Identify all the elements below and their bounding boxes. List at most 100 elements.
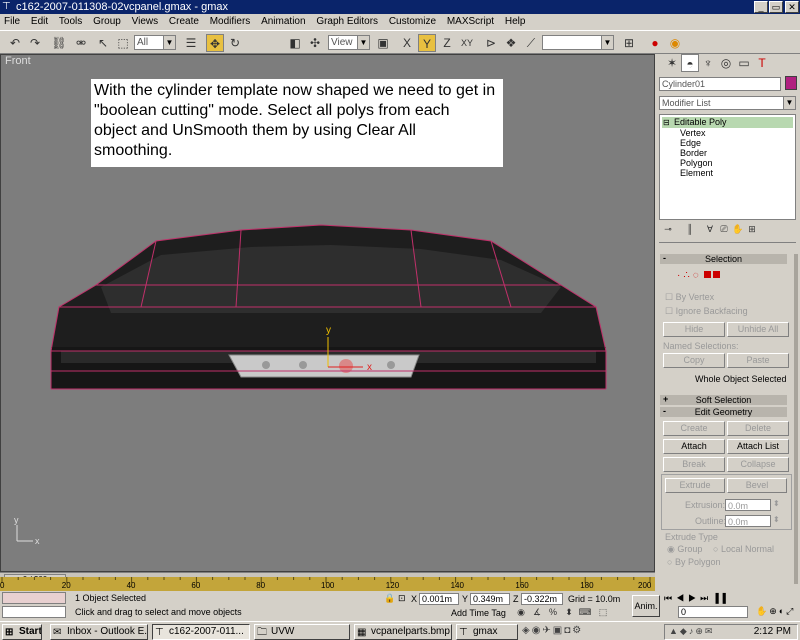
object-name-field[interactable]: Cylinder01 [659, 77, 781, 91]
quick-launch-icons[interactable]: ◈◉✈▣◘⚙ [522, 625, 583, 636]
playback-controls[interactable]: ⏮◀▶⏭▐▌ [664, 593, 794, 605]
restrict-xy-icon[interactable]: XY [458, 34, 476, 52]
menu-modifiers[interactable]: Modifiers [206, 14, 255, 30]
break-button[interactable]: Break [663, 457, 725, 472]
group-radio[interactable]: ◉ Group [667, 544, 702, 555]
render-icon[interactable]: ● [646, 34, 664, 52]
pivot-icon[interactable]: ✣ [306, 34, 324, 52]
pin-stack-icon[interactable]: ⊸ [659, 220, 677, 238]
start-button[interactable]: ⊞ Start [2, 624, 42, 640]
lock-icon[interactable]: 🔒 [384, 593, 395, 604]
tray-icons[interactable]: ▲◆♪⊕✉ [669, 626, 714, 637]
anim-button[interactable]: Anim. [632, 595, 660, 617]
menu-tools[interactable]: Tools [55, 14, 86, 30]
move-icon[interactable]: ✥ [206, 34, 224, 52]
copy-button[interactable]: Copy [663, 353, 725, 368]
soft-selection-rollout-header[interactable]: + Soft Selection [660, 394, 787, 405]
window-crossing-icon[interactable]: ⬚ [596, 605, 610, 619]
outline-field[interactable]: 0.0m [725, 515, 771, 527]
collapse-icon[interactable]: ⊟ [663, 117, 670, 128]
task-outlook[interactable]: ✉ Inbox - Outlook E... [50, 624, 148, 640]
menu-group[interactable]: Group [89, 14, 125, 30]
selection-filter-dropdown[interactable]: All ▼ [134, 35, 176, 50]
motion-tab-icon[interactable]: ◎ [717, 54, 735, 72]
reference-coord-dropdown[interactable]: View ▼ [328, 35, 370, 50]
object-color-swatch[interactable] [785, 76, 797, 90]
menu-customize[interactable]: Customize [385, 14, 440, 30]
edit-geometry-rollout-header[interactable]: - Edit Geometry [660, 406, 787, 417]
array-icon[interactable]: ❖ [502, 34, 520, 52]
menu-help[interactable]: Help [501, 14, 530, 30]
angle-snap-icon[interactable]: ∡ [530, 605, 544, 619]
task-uvw[interactable]: 🗀 UVW [254, 624, 350, 640]
undo-icon[interactable]: ↶ [6, 34, 24, 52]
keyboard-shortcut-icon[interactable]: ⌨ [578, 605, 592, 619]
paste-button[interactable]: Paste [727, 353, 789, 368]
named-selection-dropdown[interactable]: ▼ [542, 35, 614, 50]
spinner-snap-icon[interactable]: ⬍ [562, 605, 576, 619]
align-icon[interactable]: ⟋ [522, 34, 540, 52]
task-gmax-file[interactable]: ⊤ c162-2007-011... [152, 624, 250, 640]
timeline-ruler[interactable]: 0 20 40 60 80 100 120 140 160 180 200 [0, 577, 655, 591]
material-editor-icon[interactable]: ⊞ [620, 34, 638, 52]
restrict-x-icon[interactable]: X [398, 34, 416, 52]
bevel-button[interactable]: Bevel [727, 478, 787, 493]
menu-animation[interactable]: Animation [257, 14, 309, 30]
scale-icon[interactable]: ◧ [286, 34, 304, 52]
subobject-icons[interactable]: ·∴◌ [677, 270, 720, 281]
menu-create[interactable]: Create [165, 14, 203, 30]
extrusion-field[interactable]: 0.0m [725, 499, 771, 511]
display-tab-icon[interactable]: ▭ [735, 54, 753, 72]
menu-views[interactable]: Views [128, 14, 163, 30]
local-normal-radio[interactable]: ○ Local Normal [713, 544, 774, 555]
outline-spinner-icon[interactable]: ⬍ [773, 515, 780, 524]
region-select-icon[interactable]: ⬚ [114, 34, 132, 52]
create-tab-icon[interactable]: ✶ [663, 54, 681, 72]
show-end-result-icon[interactable]: ║ [681, 220, 699, 238]
select-arrow-icon[interactable]: ↖ [94, 34, 112, 52]
panel-scrollbar[interactable] [794, 254, 798, 584]
unlink-icon[interactable]: ⚮ [72, 34, 90, 52]
abs-mode-icon[interactable]: ⊡ [398, 593, 406, 604]
rotate-icon[interactable]: ↻ [226, 34, 244, 52]
link-icon[interactable]: ⛓ [50, 34, 68, 52]
modifier-list-dropdown[interactable]: Modifier List ▼ [659, 96, 796, 110]
restrict-y-icon[interactable]: Y [418, 34, 436, 52]
configure-sets-icon[interactable]: ⊞ [743, 220, 761, 238]
quick-render-icon[interactable]: ◉ [666, 34, 684, 52]
attach-list-button[interactable]: Attach List [727, 439, 789, 454]
restrict-z-icon[interactable]: Z [438, 34, 456, 52]
maximize-button[interactable]: ▭ [769, 1, 783, 13]
y-coord-field[interactable]: 0.349m [470, 593, 510, 605]
viewport-nav-icons[interactable]: ✋⊕◐⤢ [756, 606, 795, 617]
extrusion-spinner-icon[interactable]: ⬍ [773, 499, 780, 508]
current-frame-field[interactable]: 0 [678, 606, 748, 618]
unhide-all-button[interactable]: Unhide All [727, 322, 789, 337]
add-time-tag-button[interactable]: Add Time Tag [451, 608, 506, 618]
modify-tab-icon[interactable]: ◓ [681, 54, 699, 72]
stack-item-vertex[interactable]: Vertex [680, 128, 706, 138]
stack-item-editable-poly[interactable]: ⊟ Editable Poly [662, 117, 793, 128]
hierarchy-tab-icon[interactable]: ♆ [699, 54, 717, 72]
by-vertex-checkbox[interactable]: ☐ By Vertex [665, 292, 714, 303]
redo-icon[interactable]: ↷ [26, 34, 44, 52]
selection-rollout-header[interactable]: - Selection [660, 253, 787, 264]
stack-item-element[interactable]: Element [680, 168, 713, 178]
ignore-backfacing-checkbox[interactable]: ☐ Ignore Backfacing [665, 306, 748, 317]
select-by-name-icon[interactable]: ☰ [182, 34, 200, 52]
z-coord-field[interactable]: -0.322m [521, 593, 563, 605]
x-coord-field[interactable]: 0.001m [419, 593, 459, 605]
percent-snap-icon[interactable]: % [546, 605, 560, 619]
delete-button[interactable]: Delete [727, 421, 789, 436]
hide-button[interactable]: Hide [663, 322, 725, 337]
extrude-button[interactable]: Extrude [665, 478, 725, 493]
listener-pink-field[interactable] [2, 592, 66, 604]
menu-edit[interactable]: Edit [27, 14, 52, 30]
snap-toggle-icon[interactable]: ◉ [514, 605, 528, 619]
close-button[interactable]: ✕ [785, 1, 799, 13]
menu-maxscript[interactable]: MAXScript [443, 14, 498, 30]
menu-file[interactable]: File [0, 14, 24, 30]
task-gmax[interactable]: ⊤ gmax [456, 624, 518, 640]
attach-button[interactable]: Attach [663, 439, 725, 454]
collapse-button[interactable]: Collapse [727, 457, 789, 472]
